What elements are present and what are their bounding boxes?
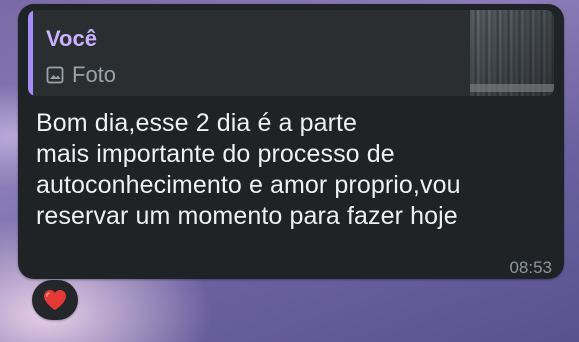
red-heart-icon — [44, 290, 66, 310]
message-text: Bom dia,esse 2 dia é a parte mais import… — [36, 109, 461, 230]
reply-quote[interactable]: Você Foto — [28, 10, 554, 96]
reply-media-label: Foto — [72, 62, 117, 87]
message-timestamp: 08:53 — [509, 258, 552, 277]
thumbnail-strip — [470, 84, 554, 92]
photo-icon — [46, 66, 64, 84]
reaction-badge[interactable] — [32, 280, 78, 320]
reply-photo-thumbnail[interactable] — [470, 10, 554, 96]
reply-media-info: Foto — [46, 62, 116, 88]
message-bubble[interactable]: Você Foto Bom dia,esse 2 dia é a parte m… — [18, 4, 564, 279]
reply-author: Você — [46, 26, 97, 51]
reply-accent-bar — [28, 10, 33, 96]
